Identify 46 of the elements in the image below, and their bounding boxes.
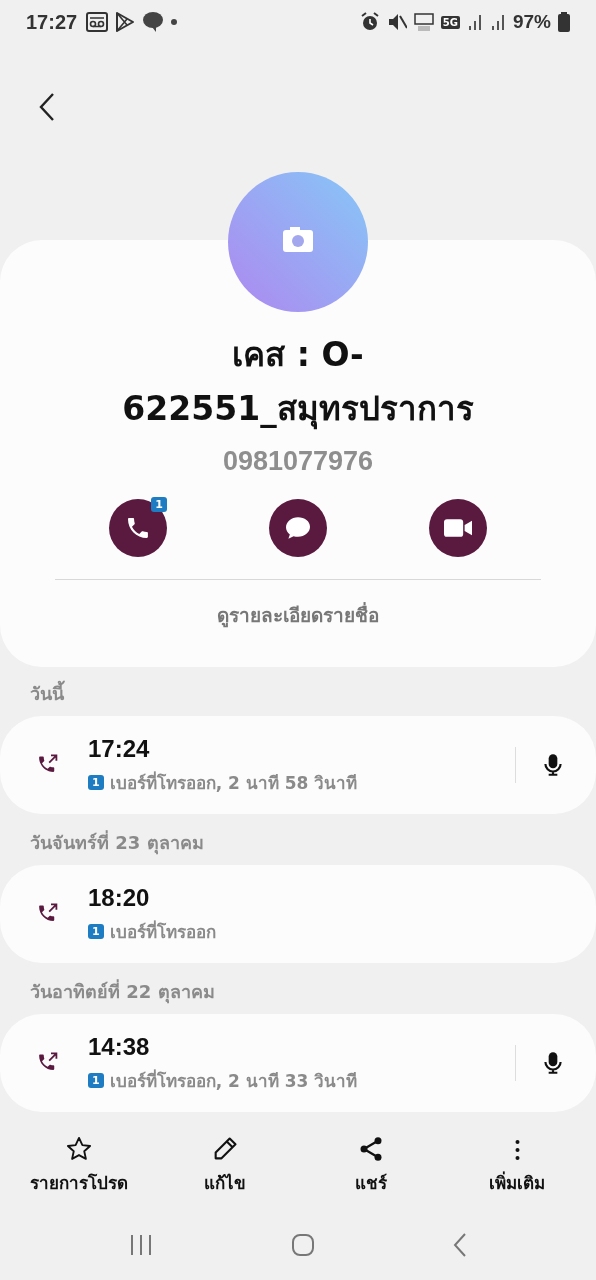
call-detail: เบอร์ที่โทรออก, 2 นาที 33 วินาที (109, 1068, 358, 1093)
phone-icon (127, 518, 149, 538)
signal-icon (466, 12, 483, 32)
toolbar-button[interactable]: เพิ่มเติม (457, 1134, 577, 1196)
clock-time: 17:27 (26, 10, 78, 34)
back-icon[interactable] (37, 92, 57, 122)
call-button[interactable]: 1 (109, 499, 167, 557)
home-icon[interactable] (291, 1233, 315, 1257)
contact-name: เคส : O-622551_สมุทรปราการ (121, 334, 475, 432)
video-call-button[interactable] (429, 499, 487, 557)
alarm-icon (359, 12, 380, 32)
more-icon (514, 1137, 520, 1163)
count-badge: 1 (151, 497, 167, 512)
call-detail: เบอร์ที่โทรออก, 2 นาที 58 วินาที (109, 770, 358, 795)
sim-badge: 1 (88, 923, 104, 939)
call-time: 14:38 (88, 1032, 151, 1061)
call-time: 17:24 (88, 734, 151, 763)
date-header: วันนี้ (0, 675, 596, 716)
call-log-entry[interactable]: 17:24 1 เบอร์ที่โทรออก, 2 นาที 58 วินาที (0, 716, 596, 814)
sim-badge: 1 (88, 1072, 104, 1088)
toolbar-button[interactable]: แชร์ (311, 1134, 431, 1196)
battery-percent: 97% (512, 11, 551, 33)
call-log-entry[interactable]: 14:38 1 เบอร์ที่โทรออก, 2 นาที 33 วินาที (0, 1014, 596, 1112)
signal-icon (489, 12, 506, 32)
voicemail-icon (86, 12, 109, 32)
toolbar-button[interactable]: แก้ไข (165, 1134, 285, 1196)
notification-dot-icon (171, 19, 178, 25)
network-type: 5G (440, 15, 460, 29)
play-store-icon (115, 11, 136, 33)
date-header: วันอาทิตย์ที่ 22 ตุลาคม (29, 978, 216, 1006)
call-log-entry[interactable]: 18:20 1 เบอร์ที่โทรออก (0, 865, 596, 963)
video-camera-icon (444, 519, 472, 537)
call-detail: เบอร์ที่โทรออก (109, 919, 216, 944)
toolbar-button[interactable]: รายการโปรด (19, 1134, 139, 1196)
sim-badge: 1 (88, 774, 104, 790)
phone-number: 0981077976 (222, 446, 374, 477)
date-header: วันจันทร์ที่ 23 ตุลาคม (29, 829, 205, 857)
mute-icon (386, 12, 407, 32)
message-button[interactable] (269, 499, 327, 557)
battery-icon (558, 12, 570, 32)
call-time: 18:20 (88, 883, 151, 912)
chat-bubble-icon (286, 517, 310, 539)
avatar-icon[interactable] (228, 172, 368, 312)
chat-bubble-icon (142, 11, 165, 33)
view-details-link[interactable]: ดูรายละเอียดรายชื่อ (217, 600, 379, 630)
star-icon (65, 1135, 93, 1163)
